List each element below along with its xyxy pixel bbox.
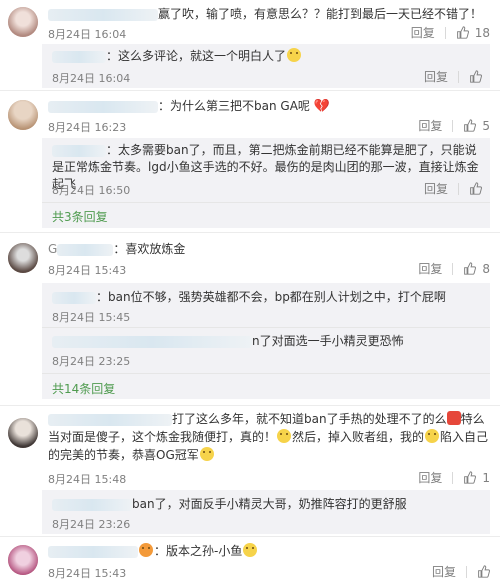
thumb-up-icon[interactable] xyxy=(463,119,477,132)
reply-username[interactable] xyxy=(52,498,132,511)
comment-text: ：喜欢放炼金 xyxy=(113,242,186,256)
reply-username[interactable] xyxy=(52,50,106,63)
reply-button[interactable]: 回复 xyxy=(432,563,456,580)
comment-2: ：为什么第三把不ban GA呢 💔 8月24日 16:23 回复 5 ：太多需要b… xyxy=(0,92,500,233)
reply-username[interactable] xyxy=(52,291,96,304)
reply-button[interactable]: 回复 xyxy=(424,68,448,85)
thumb-up-icon[interactable] xyxy=(463,471,477,484)
comment-5: ：版本之孙-小鱼 8月24日 15:43 回复 xyxy=(0,537,500,582)
thumb-up-icon[interactable] xyxy=(469,70,482,83)
smirk-emoji-icon xyxy=(425,429,440,443)
comment-text: 打了这么多年，就不知道ban了手热的处理不了的么 xyxy=(172,412,447,426)
comment-text: 赢了吹，输了喷，有意思么？？能打到最后一天已经不错了！ xyxy=(158,7,483,21)
reply-box: ：太多需要ban了，而且，第二把炼金前期已经不能算是肥了，只能说是正常炼金节奏。… xyxy=(42,138,490,228)
comment-date: 8月24日 15:43 xyxy=(48,567,127,580)
angry-emoji-icon xyxy=(446,411,461,425)
thumb-up-icon[interactable] xyxy=(477,565,490,578)
comment-4: 打了这么多年，就不知道ban了手热的处理不了的么 特么当对面是傻子，这个炼金我随便… xyxy=(0,406,500,537)
reply-text: ban了，对面反手小精灵大哥，奶推阵容打的更舒服 xyxy=(132,497,407,511)
like-count: 1 xyxy=(482,470,490,485)
emoji-icon xyxy=(139,543,153,557)
reply-button[interactable]: 回复 xyxy=(418,469,442,486)
reply-box: ban了，对面反手小精灵大哥，奶推阵容打的更舒服 8月24日 23:26 xyxy=(42,490,490,534)
comment-3: G ：喜欢放炼金 8月24日 15:43 回复 8 ：ban位不够，强势英雄都不会，… xyxy=(0,233,500,406)
broken-heart-icon: 💔 xyxy=(313,99,330,114)
reply-date: 8月24日 16:04 xyxy=(52,72,131,85)
reply-date: 8月24日 16:50 xyxy=(52,184,131,197)
reply-box: ：ban位不够，强势英雄都不会，bp都在别人计划之中，打个屁啊 8月24日 15… xyxy=(42,283,490,399)
reply-date: 8月24日 23:26 xyxy=(52,518,131,531)
smirk-emoji-icon xyxy=(277,429,292,443)
username-blurred[interactable] xyxy=(48,8,158,21)
thumb-up-icon[interactable] xyxy=(463,262,477,275)
wink-emoji-icon xyxy=(199,447,214,461)
comment-date: 8月24日 15:48 xyxy=(48,473,127,486)
username-blurred[interactable] xyxy=(48,545,138,558)
avatar[interactable] xyxy=(8,418,38,448)
more-replies-link[interactable]: 共14条回复 xyxy=(52,380,115,397)
like-count: 8 xyxy=(482,261,490,276)
comment-text: ：为什么第三把不ban GA呢 xyxy=(158,99,310,113)
reply-username[interactable] xyxy=(52,335,252,348)
more-replies-link[interactable]: 共3条回复 xyxy=(52,208,108,225)
comment-actions: 回复 18 xyxy=(411,24,490,41)
avatar[interactable] xyxy=(8,7,38,37)
avatar[interactable] xyxy=(8,243,38,273)
reply-button[interactable]: 回复 xyxy=(418,117,442,134)
smile-emoji-icon xyxy=(243,543,258,557)
reply-button[interactable]: 回复 xyxy=(411,24,435,41)
username-blurred[interactable] xyxy=(48,413,172,426)
comment-text: ：版本之孙-小鱼 xyxy=(154,544,243,558)
reply-box: ：这么多评论，就这一个明白人了 8月24日 16:04 回复 xyxy=(42,44,490,88)
reply-button[interactable]: 回复 xyxy=(418,260,442,277)
comment-date: 8月24日 16:04 xyxy=(48,28,127,41)
username-blurred xyxy=(57,243,114,256)
avatar[interactable] xyxy=(8,545,38,575)
reply-text: ：ban位不够，强势英雄都不会，bp都在别人计划之中，打个屁啊 xyxy=(96,290,446,304)
like-count: 5 xyxy=(482,118,490,133)
thumb-up-icon[interactable] xyxy=(456,26,469,39)
thumb-up-icon[interactable] xyxy=(469,182,482,195)
like-count: 18 xyxy=(474,25,490,40)
sweat-emoji-icon xyxy=(287,48,302,62)
reply-date: 8月24日 23:25 xyxy=(52,355,131,368)
username-blurred[interactable] xyxy=(48,100,158,113)
reply-text: n了对面选一手小精灵更恐怖 xyxy=(252,334,404,348)
avatar[interactable] xyxy=(8,100,38,130)
comment-text: 然后，掉入败者组，我的 xyxy=(292,430,425,444)
reply-date: 8月24日 15:45 xyxy=(52,311,131,324)
reply-text: ：这么多评论，就这一个明白人了 xyxy=(106,49,287,63)
reply-button[interactable]: 回复 xyxy=(424,180,448,197)
reply-username[interactable] xyxy=(52,144,106,157)
username-initial[interactable]: G xyxy=(48,242,57,256)
comment-date: 8月24日 16:23 xyxy=(48,121,127,134)
comment-date: 8月24日 15:43 xyxy=(48,264,127,277)
